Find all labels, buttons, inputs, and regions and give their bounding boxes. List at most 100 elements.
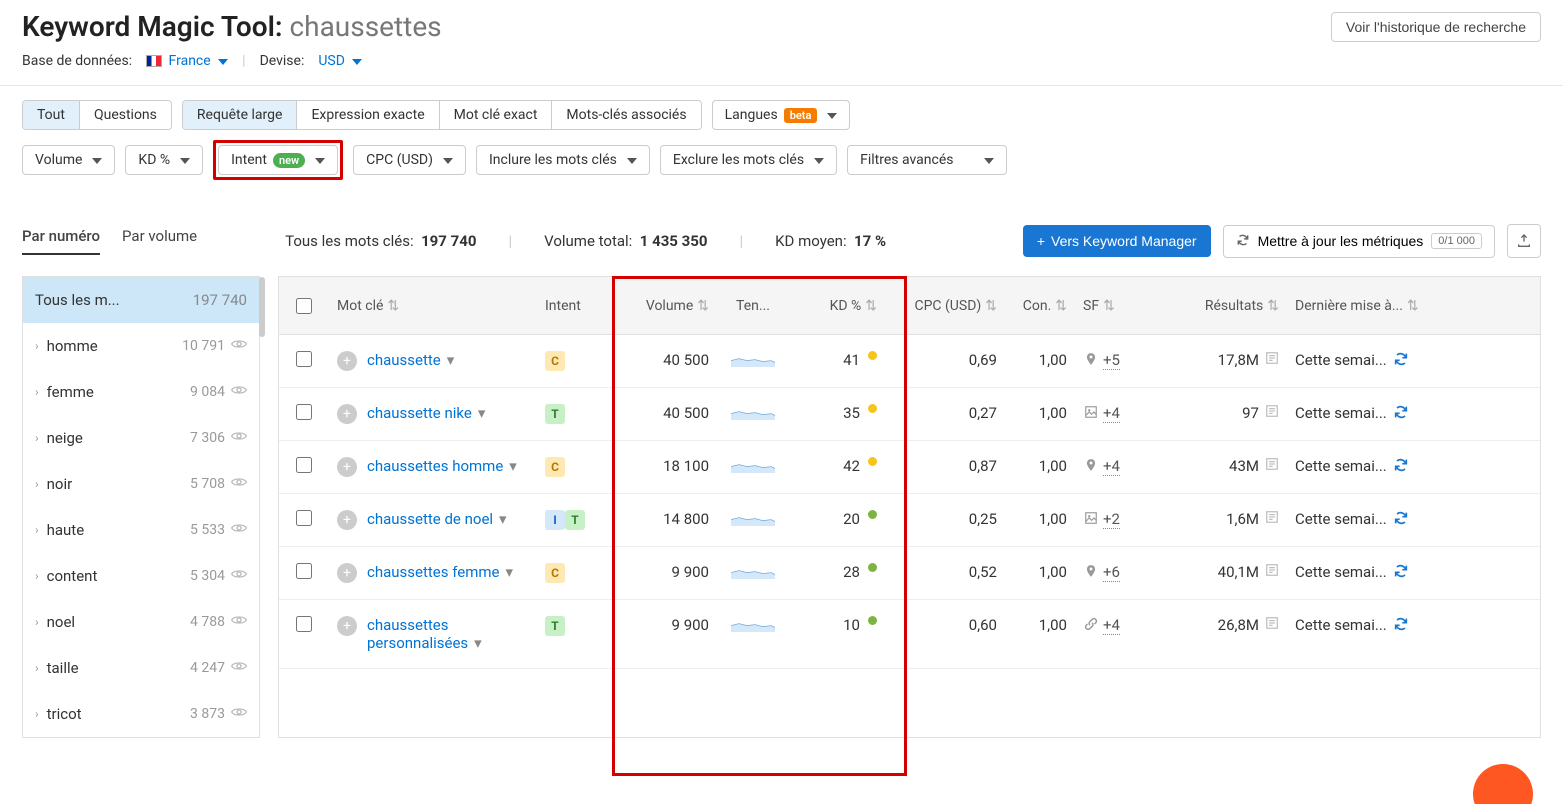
serp-icon[interactable] bbox=[1265, 404, 1279, 422]
sidebar-item-neige[interactable]: ›neige7 306 bbox=[23, 415, 259, 461]
help-fab[interactable] bbox=[1473, 764, 1533, 804]
sidebar-item-count: 7 306 bbox=[190, 430, 225, 446]
serp-count[interactable]: +4 bbox=[1103, 457, 1120, 476]
eye-icon[interactable] bbox=[231, 430, 247, 446]
row-checkbox[interactable] bbox=[296, 351, 312, 367]
add-keyword-button[interactable]: + bbox=[337, 351, 357, 371]
to-keyword-manager-button[interactable]: + Vers Keyword Manager bbox=[1023, 225, 1211, 257]
serp-icon[interactable] bbox=[1265, 616, 1279, 634]
col-keyword[interactable]: Mot clé⇅ bbox=[329, 298, 537, 314]
filter-include[interactable]: Inclure les mots clés bbox=[476, 145, 650, 175]
col-kd[interactable]: KD %⇅ bbox=[789, 298, 885, 314]
refresh-row-button[interactable] bbox=[1393, 510, 1409, 530]
filter-kd[interactable]: KD % bbox=[125, 145, 203, 175]
add-keyword-button[interactable]: + bbox=[337, 563, 357, 583]
keyword-link[interactable]: chaussette de noel bbox=[367, 510, 493, 528]
eye-icon[interactable] bbox=[231, 522, 247, 538]
row-checkbox[interactable] bbox=[296, 404, 312, 420]
tab-related[interactable]: Mots-clés associés bbox=[552, 101, 700, 129]
col-con[interactable]: Con.⇅ bbox=[1005, 298, 1075, 314]
row-checkbox[interactable] bbox=[296, 616, 312, 632]
tab-phrase[interactable]: Expression exacte bbox=[297, 101, 439, 129]
col-volume[interactable]: Volume⇅ bbox=[607, 298, 717, 314]
sidebar-item-tricot[interactable]: ›tricot3 873 bbox=[23, 691, 259, 737]
filter-volume[interactable]: Volume bbox=[22, 145, 115, 175]
col-trend[interactable]: Ten... bbox=[717, 298, 789, 314]
currency-selector[interactable]: USD bbox=[318, 53, 362, 69]
history-button[interactable]: Voir l'historique de recherche bbox=[1331, 12, 1541, 42]
keyword-link[interactable]: chaussette nike bbox=[367, 404, 472, 422]
refresh-row-button[interactable] bbox=[1393, 351, 1409, 371]
serp-count[interactable]: +4 bbox=[1103, 616, 1120, 635]
update-metrics-button[interactable]: Mettre à jour les métriques 0/1 000 bbox=[1223, 225, 1495, 258]
serp-icon[interactable] bbox=[1265, 351, 1279, 369]
keyword-link[interactable]: chaussettes femme bbox=[367, 563, 499, 581]
select-all-checkbox[interactable] bbox=[296, 298, 312, 314]
tab-by-volume[interactable]: Par volume bbox=[122, 227, 197, 255]
eye-icon[interactable] bbox=[231, 338, 247, 354]
caret-down-icon[interactable]: ▾ bbox=[509, 457, 517, 475]
eye-icon[interactable] bbox=[231, 706, 247, 722]
filter-intent[interactable]: Intent new bbox=[218, 145, 338, 175]
row-checkbox[interactable] bbox=[296, 510, 312, 526]
row-checkbox[interactable] bbox=[296, 457, 312, 473]
serp-count[interactable]: +6 bbox=[1103, 563, 1120, 582]
filter-cpc[interactable]: CPC (USD) bbox=[353, 145, 466, 175]
row-checkbox[interactable] bbox=[296, 563, 312, 579]
col-intent[interactable]: Intent bbox=[537, 298, 607, 314]
add-keyword-button[interactable]: + bbox=[337, 510, 357, 530]
serp-icon[interactable] bbox=[1265, 510, 1279, 528]
scrollbar[interactable] bbox=[259, 277, 265, 337]
tab-questions[interactable]: Questions bbox=[80, 101, 171, 129]
tab-broad[interactable]: Requête large bbox=[183, 101, 298, 129]
serp-icon[interactable] bbox=[1265, 563, 1279, 581]
tab-by-number[interactable]: Par numéro bbox=[22, 227, 100, 255]
col-results[interactable]: Résultats⇅ bbox=[1157, 298, 1287, 314]
export-button[interactable] bbox=[1507, 224, 1541, 258]
refresh-row-button[interactable] bbox=[1393, 616, 1409, 636]
col-sf[interactable]: SF⇅ bbox=[1075, 298, 1157, 314]
sidebar-all-keywords[interactable]: Tous les m... 197 740 bbox=[23, 277, 259, 323]
refresh-row-button[interactable] bbox=[1393, 457, 1409, 477]
cell-con: 1,00 bbox=[1005, 404, 1075, 422]
eye-icon[interactable] bbox=[231, 568, 247, 584]
keyword-link[interactable]: chaussettes homme bbox=[367, 457, 503, 475]
eye-icon[interactable] bbox=[231, 614, 247, 630]
eye-icon[interactable] bbox=[231, 384, 247, 400]
sidebar-item-taille[interactable]: ›taille4 247 bbox=[23, 645, 259, 691]
sidebar-item-noel[interactable]: ›noel4 788 bbox=[23, 599, 259, 645]
serp-count[interactable]: +5 bbox=[1103, 351, 1120, 370]
caret-down-icon[interactable]: ▾ bbox=[478, 404, 486, 422]
refresh-row-button[interactable] bbox=[1393, 404, 1409, 424]
caret-down-icon[interactable]: ▾ bbox=[499, 510, 507, 528]
db-selector[interactable]: France bbox=[146, 53, 228, 69]
caret-down-icon[interactable]: ▾ bbox=[474, 634, 482, 652]
caret-down-icon[interactable]: ▾ bbox=[505, 563, 513, 581]
col-updated[interactable]: Dernière mise à...⇅ bbox=[1287, 298, 1447, 314]
eye-icon[interactable] bbox=[231, 476, 247, 492]
add-keyword-button[interactable]: + bbox=[337, 404, 357, 424]
serp-count[interactable]: +2 bbox=[1103, 510, 1120, 529]
keyword-link[interactable]: chaussette bbox=[367, 351, 441, 369]
filter-advanced[interactable]: Filtres avancés bbox=[847, 145, 1007, 175]
sort-icon: ⇅ bbox=[1103, 298, 1115, 314]
caret-down-icon[interactable]: ▾ bbox=[447, 351, 455, 369]
kd-dot-icon bbox=[868, 457, 877, 466]
add-keyword-button[interactable]: + bbox=[337, 616, 357, 636]
serp-count[interactable]: +4 bbox=[1103, 404, 1120, 423]
eye-icon[interactable] bbox=[231, 660, 247, 676]
languages-dropdown[interactable]: Langues beta bbox=[712, 100, 851, 130]
add-keyword-button[interactable]: + bbox=[337, 457, 357, 477]
sidebar-item-homme[interactable]: ›homme10 791 bbox=[23, 323, 259, 369]
sidebar-item-haute[interactable]: ›haute5 533 bbox=[23, 507, 259, 553]
tab-all[interactable]: Tout bbox=[23, 101, 80, 129]
sidebar-item-femme[interactable]: ›femme9 084 bbox=[23, 369, 259, 415]
sidebar-item-content[interactable]: ›content5 304 bbox=[23, 553, 259, 599]
col-cpc[interactable]: CPC (USD)⇅ bbox=[885, 298, 1005, 314]
sidebar-item-noir[interactable]: ›noir5 708 bbox=[23, 461, 259, 507]
keyword-link[interactable]: chaussettes personnalisées bbox=[367, 616, 468, 652]
serp-icon[interactable] bbox=[1265, 457, 1279, 475]
refresh-row-button[interactable] bbox=[1393, 563, 1409, 583]
filter-exclude[interactable]: Exclure les mots clés bbox=[660, 145, 837, 175]
tab-exact[interactable]: Mot clé exact bbox=[440, 101, 553, 129]
